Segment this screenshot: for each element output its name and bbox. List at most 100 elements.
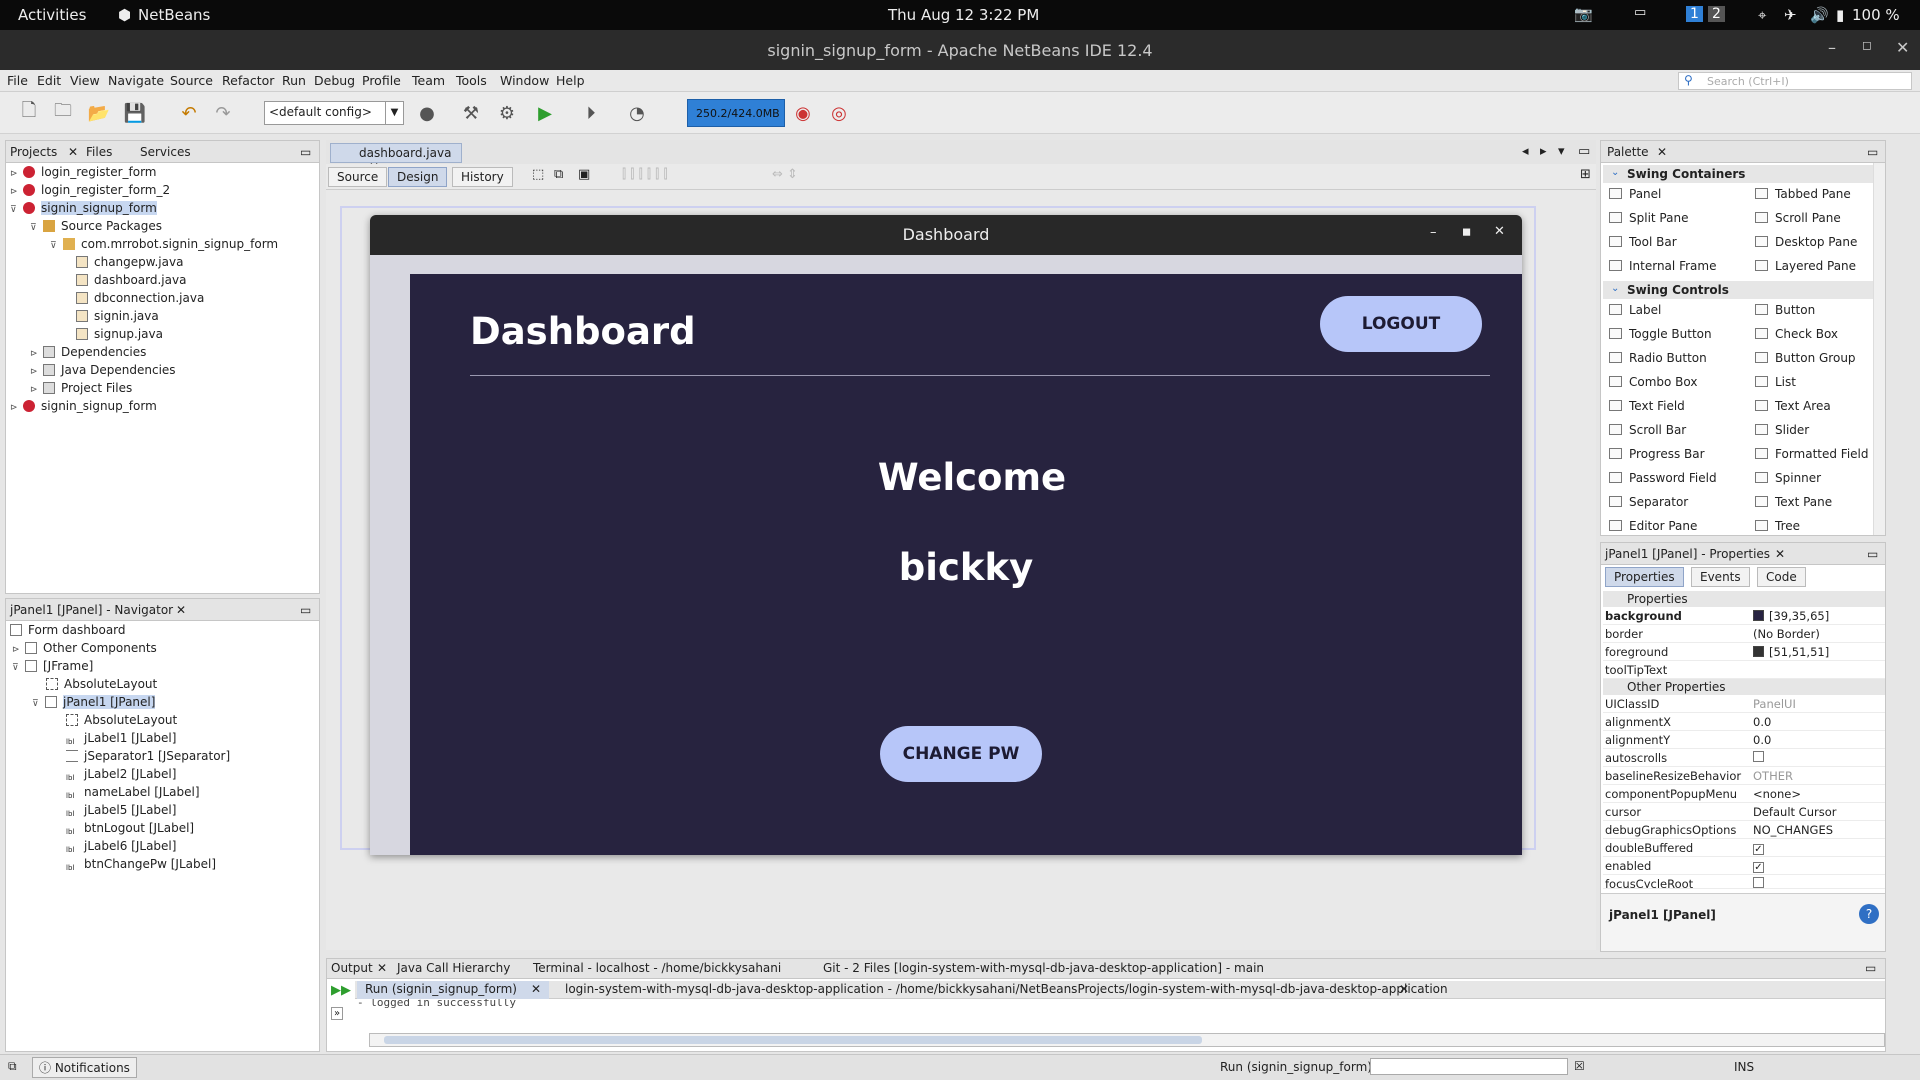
property-row[interactable]: baselineResizeBehavior OTHER	[1603, 767, 1885, 785]
tab-list-icon[interactable]: ▾	[1558, 144, 1565, 159]
tree-item[interactable]: ⊽ [JFrame]	[12, 657, 93, 675]
align-icon[interactable]: ⫿ ⫿ ⫿ ⫿ ⫿ ⫿	[622, 167, 668, 182]
close-icon[interactable]: ✕	[68, 145, 78, 159]
connection-mode-icon[interactable]: ⧉	[554, 167, 563, 182]
restore-window-icon[interactable]: ⧉	[8, 1059, 17, 1074]
palette-item[interactable]: Tool Bar	[1609, 235, 1677, 249]
scroll-right-icon[interactable]: ▸	[1540, 144, 1547, 159]
tree-item[interactable]: jSeparator1 [JSeparator]	[66, 747, 230, 765]
undo-icon[interactable]: ↶	[176, 100, 202, 126]
resize-icon[interactable]: ⇔ ⇕	[772, 167, 798, 182]
chevron-down-icon[interactable]: ⌄	[1611, 167, 1619, 178]
minimize-icon[interactable]: ▭	[300, 603, 311, 617]
scrollbar-thumb[interactable]	[384, 1036, 1202, 1044]
checkbox[interactable]: ✓	[1753, 862, 1764, 873]
tree-item[interactable]: AbsoluteLayout	[66, 711, 177, 729]
palette-title[interactable]: Palette	[1607, 145, 1649, 159]
close-icon[interactable]: ✕	[1775, 547, 1785, 561]
close-icon[interactable]: ✕	[1896, 38, 1909, 57]
dashboard-frame[interactable]: Dashboard – ◼ ✕ Dashboard LOGOUT Welcome…	[370, 215, 1522, 855]
menu-run[interactable]: Run	[282, 73, 306, 88]
property-row[interactable]: autoscrolls	[1603, 749, 1885, 767]
clean-build-icon[interactable]: ⚙	[494, 100, 520, 126]
menu-navigate[interactable]: Navigate	[108, 73, 164, 88]
tree-item[interactable]: ⊳ signin_signup_form	[10, 397, 157, 415]
menu-window[interactable]: Window	[500, 73, 549, 88]
airplane-icon[interactable]: ✈	[1784, 6, 1797, 24]
search-icon[interactable]: ⚲	[1684, 73, 1693, 87]
close-icon[interactable]: ✕	[1494, 224, 1505, 239]
palette-item[interactable]: Text Field	[1609, 399, 1685, 413]
palette-item[interactable]: Check Box	[1755, 327, 1838, 341]
property-row[interactable]: debugGraphicsOptions NO_CHANGES	[1603, 821, 1885, 839]
properties-section[interactable]: Properties	[1603, 591, 1885, 607]
palette-item[interactable]: Separator	[1609, 495, 1688, 509]
open-project-icon[interactable]: 📂	[86, 100, 112, 126]
tab-code[interactable]: Code	[1757, 567, 1806, 587]
close-icon[interactable]: ✕	[531, 982, 541, 996]
minimize-icon[interactable]: –	[1430, 225, 1437, 240]
menu-edit[interactable]: Edit	[37, 73, 61, 88]
close-icon[interactable]: ✕	[377, 961, 387, 975]
gc-icon[interactable]: ◉	[790, 100, 816, 126]
logout-button[interactable]: LOGOUT	[1320, 296, 1482, 352]
change-password-button[interactable]: CHANGE PW	[880, 726, 1042, 782]
clock[interactable]: Thu Aug 12 3:22 PM	[888, 6, 1039, 24]
palette-item[interactable]: Password Field	[1609, 471, 1717, 485]
workspace-2[interactable]: 2	[1708, 6, 1725, 22]
tree-item[interactable]: lbl btnLogout [JLabel]	[66, 819, 194, 837]
redo-icon[interactable]: ↷	[210, 100, 236, 126]
property-row[interactable]: alignmentX 0.0	[1603, 713, 1885, 731]
palette-item[interactable]: Slider	[1755, 423, 1809, 437]
menu-tools[interactable]: Tools	[456, 73, 487, 88]
tab-git[interactable]: Git - 2 Files [login-system-with-mysql-d…	[823, 961, 1264, 975]
menu-refactor[interactable]: Refactor	[222, 73, 274, 88]
menu-profile[interactable]: Profile	[362, 73, 401, 88]
tab-services[interactable]: Services	[140, 145, 191, 159]
property-row[interactable]: background [39,35,65]	[1603, 607, 1885, 625]
tab-run-output[interactable]: Run (signin_signup_form) ✕	[357, 981, 550, 999]
profiler-snapshot-icon[interactable]: ◎	[826, 100, 852, 126]
palette-item[interactable]: Layered Pane	[1755, 259, 1856, 273]
rerun-icon[interactable]: ▶▶	[331, 983, 351, 998]
swing-containers-header[interactable]: Swing Containers	[1603, 165, 1885, 183]
palette-item[interactable]: Spinner	[1755, 471, 1821, 485]
property-row[interactable]: alignmentY 0.0	[1603, 731, 1885, 749]
tab-dashboard-java[interactable]: dashboard.java ✕	[330, 143, 462, 174]
palette-item[interactable]: Toggle Button	[1609, 327, 1712, 341]
history-view-button[interactable]: History	[452, 167, 513, 187]
tree-item-selected[interactable]: ⊽ signin_signup_form	[10, 199, 157, 217]
properties-title[interactable]: jPanel1 [JPanel] - Properties	[1605, 547, 1770, 561]
property-row[interactable]: foreground [51,51,51]	[1603, 643, 1885, 661]
config-select[interactable]: <default config> ▼	[264, 101, 404, 125]
close-icon[interactable]: ✕	[1657, 145, 1667, 159]
property-row[interactable]: toolTipText	[1603, 661, 1885, 679]
maximize-icon[interactable]: ▭	[1578, 144, 1590, 159]
tree-item-selected[interactable]: ⊽ jPanel1 [JPanel]	[32, 693, 156, 711]
menu-help[interactable]: Help	[556, 73, 585, 88]
menu-debug[interactable]: Debug	[314, 73, 355, 88]
palette-item[interactable]: Scroll Pane	[1755, 211, 1841, 225]
profile-icon[interactable]: ◔	[624, 100, 650, 126]
globe-icon[interactable]: ●	[414, 100, 440, 126]
tree-item[interactable]: lbl jLabel2 [JLabel]	[66, 765, 176, 783]
volume-icon[interactable]: 🔊	[1810, 6, 1829, 24]
palette-item[interactable]: Tree	[1755, 519, 1800, 533]
palette-item[interactable]: Formatted Field	[1755, 447, 1869, 461]
tree-item[interactable]: dbconnection.java	[76, 289, 204, 307]
maximize-icon[interactable]: ◼	[1462, 225, 1471, 238]
palette-item[interactable]: Internal Frame	[1609, 259, 1716, 273]
tree-item[interactable]: ⊳ Dependencies	[30, 343, 146, 361]
minimize-icon[interactable]: ▭	[300, 145, 311, 159]
tree-item[interactable]: lbl btnChangePw [JLabel]	[66, 855, 216, 873]
property-row[interactable]: enabled ✓	[1603, 857, 1885, 875]
palette-item[interactable]: Tabbed Pane	[1755, 187, 1851, 201]
palette-item[interactable]: Progress Bar	[1609, 447, 1705, 461]
checkbox[interactable]: ✓	[1753, 844, 1764, 855]
run-icon[interactable]: ▶	[532, 100, 558, 126]
app-menu[interactable]: NetBeans	[138, 6, 210, 24]
menu-view[interactable]: View	[70, 73, 100, 88]
chevron-down-icon[interactable]: ▼	[385, 102, 403, 124]
tree-item[interactable]: ⊽ Source Packages	[30, 217, 162, 235]
palette-item[interactable]: Label	[1609, 303, 1661, 317]
